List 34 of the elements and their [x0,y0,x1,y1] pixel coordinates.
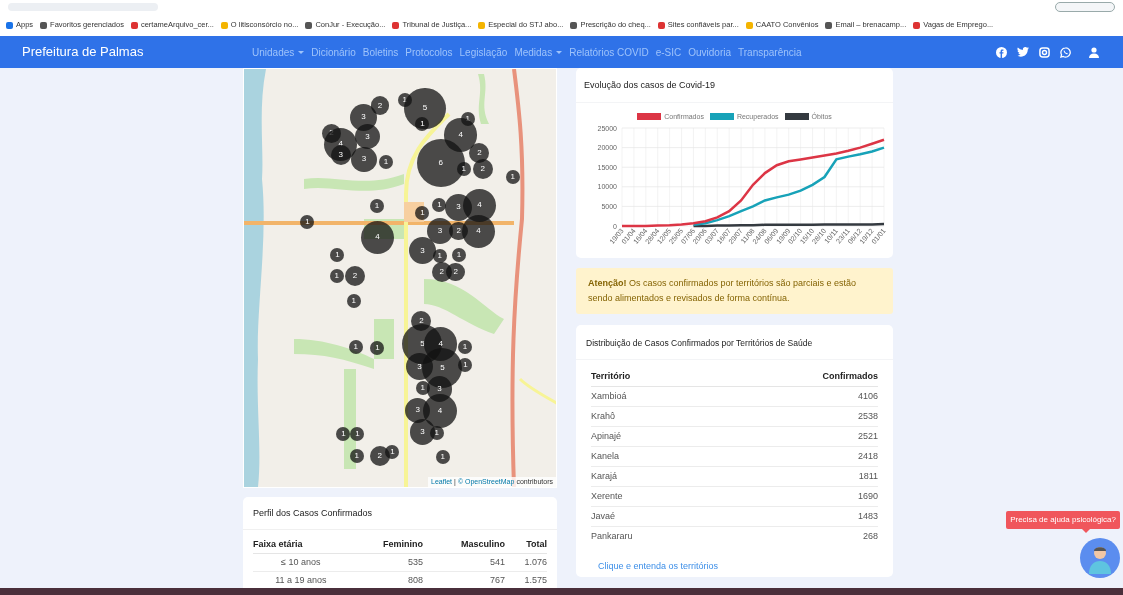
table-cell: 1483 [713,506,878,527]
table-cell: 2418 [713,446,878,467]
table-cell: Apinajé [591,426,714,447]
table-cell: 535 [348,553,424,571]
table-cell: Pankararu [591,526,714,546]
table-cell: Xerente [591,486,714,507]
table-cell: 1811 [713,466,878,487]
column-header: Masculino [423,535,506,553]
table-cell: Javaé [591,506,714,527]
table-cell: ≤ 10 anos [253,553,349,571]
table-cell: Xambioá [591,386,714,407]
table-cell: Karajá [591,466,714,487]
table-cell: 268 [713,526,878,546]
table-cell: 4106 [713,386,878,407]
column-header: Feminino [348,535,424,553]
column-header: Território [591,365,714,387]
table-cell: 2538 [713,406,878,427]
alert-message: Atenção! Os casos confirmados por territórios são parciais e estão sendo alimentados e revisados de forma contínua. [576,268,893,314]
table-cell: 767 [423,571,506,589]
table-cell: 11 a 19 anos [253,571,349,589]
column-header: Confirmados [713,365,878,387]
table-cell: 2521 [713,426,878,447]
table-cell: 1.076 [505,553,547,571]
table-cell: 1.575 [505,571,547,589]
column-header: Total [505,535,547,553]
card-title: Perfil dos Casos Confirmados [243,497,557,530]
card-title: Distribuição de Casos Confirmados por Territórios de Saúde [576,325,893,360]
column-header: Faixa etária [253,535,349,553]
table-cell: Kanela [591,446,714,467]
table-cell: 541 [423,553,506,571]
table-cell: Krahô [591,406,714,427]
table-cell: 1690 [713,486,878,507]
card-title: Evolução dos casos de Covid-19 [576,68,893,103]
table-cell: 808 [348,571,424,589]
